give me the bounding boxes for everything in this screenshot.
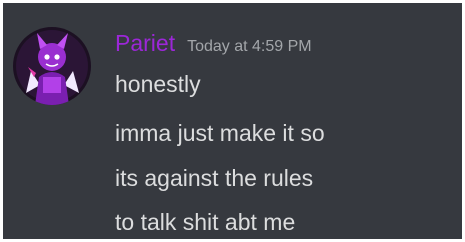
purple-character-avatar-icon — [13, 27, 91, 105]
message-line: imma just make it so — [115, 120, 325, 146]
username[interactable]: Pariet — [115, 28, 175, 58]
message-group: Pariet Today at 4:59 PM honestly imma ju… — [3, 3, 462, 239]
message-line: to talk shit abt me — [115, 209, 296, 235]
message-header: Pariet Today at 4:59 PM — [115, 28, 312, 58]
message-line: honestly — [115, 71, 201, 97]
user-avatar[interactable] — [13, 27, 91, 105]
timestamp: Today at 4:59 PM — [187, 38, 312, 55]
message-line: its against the rules — [115, 165, 314, 191]
